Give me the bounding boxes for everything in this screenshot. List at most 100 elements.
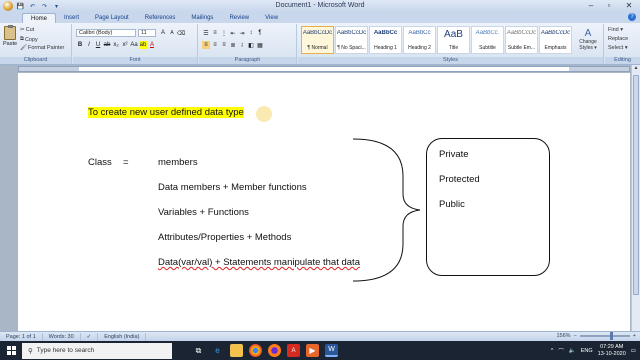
office-button[interactable] — [3, 1, 13, 11]
strikethrough-icon[interactable]: ab — [103, 41, 111, 49]
style-emphasis[interactable]: AaBbCcDc Emphasis — [539, 26, 572, 54]
volume-icon[interactable]: 🔈 — [569, 348, 576, 354]
grow-font-icon[interactable]: A — [159, 29, 167, 37]
align-left-icon[interactable]: ≡ — [202, 41, 210, 49]
align-center-icon[interactable]: ≡ — [211, 41, 219, 49]
acrobat-icon[interactable]: A — [287, 344, 300, 357]
horizontal-ruler[interactable] — [18, 66, 630, 72]
style-heading-2[interactable]: AaBbCc Heading 2 — [403, 26, 436, 54]
style-normal[interactable]: AaBbCcDc ¶ Normal — [301, 26, 334, 54]
redo-icon[interactable]: ↷ — [40, 2, 49, 10]
clear-formatting-icon[interactable]: ⌫ — [177, 29, 185, 37]
numbering-icon[interactable]: ≡ — [211, 29, 219, 37]
file-explorer-icon[interactable] — [230, 344, 243, 357]
multilevel-list-icon[interactable]: ⋮ — [220, 29, 228, 37]
replace-button[interactable]: Replace — [608, 36, 628, 42]
shrink-font-icon[interactable]: A — [168, 29, 176, 37]
decrease-indent-icon[interactable]: ⇤ — [229, 29, 237, 37]
language-indicator-tray[interactable]: ENG — [581, 348, 593, 354]
style-sample: AaBbCcDc — [506, 30, 537, 36]
proofing-icon[interactable]: ✓ — [81, 332, 99, 341]
zoom-level[interactable]: 156% — [556, 333, 570, 339]
scrollbar-thumb[interactable] — [633, 75, 639, 295]
justify-icon[interactable]: ≣ — [229, 41, 237, 49]
page-count[interactable]: Page: 1 of 1 — [0, 332, 43, 341]
word-icon[interactable]: W — [325, 344, 338, 357]
language-indicator[interactable]: English (India) — [98, 332, 147, 341]
style-no-spacing[interactable]: AaBbCcDc ¶ No Spaci... — [335, 26, 368, 54]
format-painter-button[interactable]: 🖌 Format Painter — [20, 45, 64, 51]
highlight-color-icon[interactable]: ab — [139, 41, 147, 49]
show-formatting-icon[interactable]: ¶ — [256, 29, 264, 37]
network-icon[interactable]: ⌒ — [558, 347, 564, 355]
zoom-control: 156% − + — [556, 332, 636, 340]
select-button[interactable]: Select ▾ — [608, 45, 628, 51]
system-tray: ^ ⌒ 🔈 ENG 07:29 AM 13-10-2020 ▭ — [551, 341, 640, 360]
line-spacing-icon[interactable]: ↨ — [238, 41, 246, 49]
find-button[interactable]: Find ▾ — [608, 27, 623, 33]
italic-icon[interactable]: I — [85, 41, 93, 49]
zoom-slider-knob[interactable] — [609, 332, 613, 340]
borders-icon[interactable]: ▦ — [256, 41, 264, 49]
zoom-out-icon[interactable]: − — [574, 333, 577, 339]
underline-icon[interactable]: U — [94, 41, 102, 49]
cut-button[interactable]: ✂ Cut — [20, 27, 34, 33]
change-styles-icon: A — [584, 28, 592, 39]
tab-view[interactable]: View — [257, 13, 286, 23]
start-button[interactable] — [0, 341, 22, 360]
style-heading-1[interactable]: AaBbCc Heading 1 — [369, 26, 402, 54]
close-button[interactable]: ✕ — [618, 0, 640, 11]
tab-page-layout[interactable]: Page Layout — [87, 13, 137, 23]
tab-home[interactable]: Home — [22, 13, 57, 23]
notifications-icon[interactable]: ▭ — [631, 348, 636, 354]
undo-icon[interactable]: ↶ — [28, 2, 37, 10]
task-view-icon[interactable]: ⧉ — [192, 344, 205, 357]
minimize-button[interactable]: – — [582, 0, 600, 11]
clock[interactable]: 07:29 AM 13-10-2020 — [598, 344, 626, 358]
taskbar-search-box[interactable]: ⚲ Type here to search — [22, 342, 172, 359]
search-icon: ⚲ — [28, 347, 33, 355]
bullets-icon[interactable]: ☰ — [202, 29, 210, 37]
align-right-icon[interactable]: ≡ — [220, 41, 228, 49]
chrome-icon[interactable] — [249, 344, 262, 357]
firefox-icon[interactable] — [268, 344, 281, 357]
increase-indent-icon[interactable]: ⇥ — [238, 29, 246, 37]
font-color-icon[interactable]: A — [148, 41, 156, 49]
search-placeholder: Type here to search — [36, 347, 95, 354]
style-sample: AaB — [444, 30, 463, 40]
word-count[interactable]: Words: 30 — [43, 332, 81, 341]
zoom-in-icon[interactable]: + — [633, 333, 636, 339]
style-subtle-emphasis[interactable]: AaBbCcDc Subtle Em... — [505, 26, 538, 54]
copy-button[interactable]: ⧉ Copy — [20, 36, 38, 43]
font-name-select[interactable]: Calibri (Body) — [76, 29, 136, 37]
maximize-button[interactable]: ▫ — [600, 0, 618, 11]
sort-icon[interactable]: ↕ — [247, 29, 255, 37]
bold-icon[interactable]: B — [76, 41, 84, 49]
media-player-icon[interactable]: ▶ — [306, 344, 319, 357]
zoom-slider[interactable] — [579, 332, 630, 340]
save-icon[interactable]: 💾 — [16, 2, 25, 10]
scroll-up-icon[interactable]: ▲ — [632, 65, 640, 73]
paste-button[interactable]: Paste — [2, 25, 18, 50]
edge-icon[interactable]: e — [211, 344, 224, 357]
windows-logo-icon — [6, 346, 16, 355]
vertical-scrollbar[interactable]: ▲ — [631, 65, 640, 331]
help-icon[interactable]: ? — [628, 13, 636, 21]
font-size-select[interactable]: 11 — [138, 29, 156, 37]
change-case-icon[interactable]: Aa — [130, 41, 138, 49]
tab-mailings[interactable]: Mailings — [183, 13, 221, 23]
style-title[interactable]: AaB Title — [437, 26, 470, 54]
paste-label: Paste — [2, 41, 18, 47]
show-hidden-icons-icon[interactable]: ^ — [551, 348, 554, 354]
change-styles-button[interactable]: A Change Styles ▾ — [574, 28, 602, 51]
tab-references[interactable]: References — [137, 13, 184, 23]
customize-quick-access-icon[interactable]: ▾ — [52, 2, 61, 10]
subscript-icon[interactable]: x₂ — [112, 41, 120, 49]
shading-icon[interactable]: ◧ — [247, 41, 255, 49]
style-subtitle[interactable]: AaBbCc. Subtitle — [471, 26, 504, 54]
superscript-icon[interactable]: x² — [121, 41, 129, 49]
tab-review[interactable]: Review — [221, 13, 257, 23]
title-bar: 💾 ↶ ↷ ▾ Document1 - Microsoft Word – ▫ ✕ — [0, 0, 640, 12]
tab-insert[interactable]: Insert — [56, 13, 87, 23]
heading-line[interactable]: To create new user defined data type — [88, 107, 244, 118]
